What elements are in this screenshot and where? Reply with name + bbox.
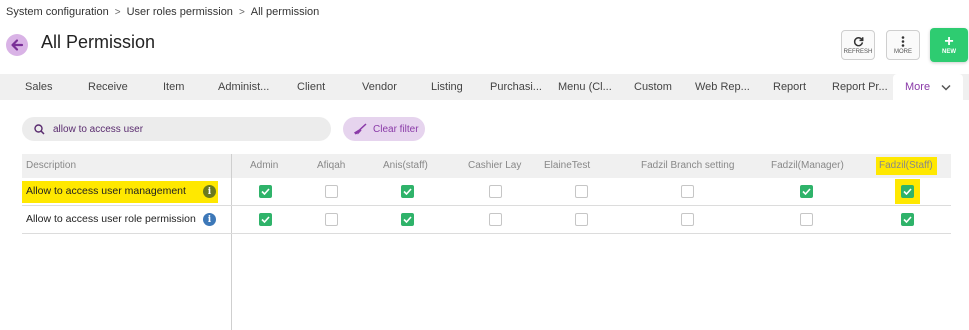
plus-icon: + bbox=[944, 32, 954, 50]
permission-checkbox[interactable] bbox=[489, 185, 502, 198]
checkmark-icon bbox=[903, 216, 912, 223]
permission-checkbox[interactable] bbox=[575, 185, 588, 198]
tab-more[interactable]: More bbox=[893, 74, 963, 100]
permission-checkbox[interactable] bbox=[259, 213, 272, 226]
column-header-role: Fadzil(Staff) bbox=[879, 160, 933, 171]
permission-table: Description Admin Afiqah Anis(staff) Cas… bbox=[22, 154, 951, 330]
permission-checkbox[interactable] bbox=[901, 185, 914, 198]
permission-checkbox[interactable] bbox=[325, 213, 338, 226]
breadcrumb-item-user-roles-permission[interactable]: User roles permission bbox=[127, 6, 233, 18]
tab-custom[interactable]: Custom bbox=[634, 74, 672, 100]
permission-checkbox[interactable] bbox=[681, 185, 694, 198]
breadcrumb-separator: > bbox=[238, 6, 245, 18]
more-label: MORE bbox=[894, 48, 912, 55]
breadcrumb-item-all-permission: All permission bbox=[250, 6, 320, 18]
tab-web-rep[interactable]: Web Rep... bbox=[695, 74, 750, 100]
permission-description: Allow to access user management bbox=[26, 185, 186, 197]
permission-checkbox[interactable] bbox=[800, 185, 813, 198]
tab-vendor[interactable]: Vendor bbox=[362, 74, 397, 100]
permission-checkbox[interactable] bbox=[800, 213, 813, 226]
table-header-row: Description Admin Afiqah Anis(staff) Cas… bbox=[22, 154, 951, 178]
refresh-label: REFRESH bbox=[843, 48, 873, 55]
info-icon[interactable]: i bbox=[203, 185, 216, 198]
tab-item[interactable]: Item bbox=[163, 74, 184, 100]
checkmark-icon bbox=[261, 188, 270, 195]
checkmark-icon bbox=[261, 216, 270, 223]
column-header-role: Fadzil(Manager) bbox=[771, 160, 844, 171]
arrow-left-icon bbox=[11, 39, 24, 51]
permission-description: Allow to access user role permission bbox=[26, 213, 196, 225]
column-header-role: Cashier Lay bbox=[468, 160, 522, 171]
breadcrumb: System configuration > User roles permis… bbox=[6, 6, 319, 18]
back-button[interactable] bbox=[6, 34, 28, 56]
tab-report-pr[interactable]: Report Pr... bbox=[832, 74, 888, 100]
tab-administ[interactable]: Administ... bbox=[218, 74, 269, 100]
tab-client[interactable]: Client bbox=[297, 74, 325, 100]
breadcrumb-item-system-configuration[interactable]: System configuration bbox=[6, 6, 109, 18]
checkmark-icon bbox=[802, 188, 811, 195]
column-header-description: Description bbox=[26, 160, 77, 171]
tab-receive[interactable]: Receive bbox=[88, 74, 128, 100]
table-row: Allow to access user role permission i bbox=[22, 206, 951, 234]
info-icon[interactable]: i bbox=[203, 213, 216, 226]
tab-more-label: More bbox=[905, 81, 931, 93]
table-row: Allow to access user management i bbox=[22, 178, 951, 206]
checkmark-icon bbox=[903, 188, 912, 195]
tab-purchasi[interactable]: Purchasi... bbox=[490, 74, 542, 100]
permission-checkbox[interactable] bbox=[901, 213, 914, 226]
column-header-role: Afiqah bbox=[317, 160, 346, 171]
module-tabs: Sales Receive Item Administ... Client Ve… bbox=[0, 74, 969, 100]
permission-checkbox[interactable] bbox=[489, 213, 502, 226]
column-header-role: Admin bbox=[250, 160, 279, 171]
refresh-icon bbox=[853, 36, 863, 46]
permission-checkbox[interactable] bbox=[681, 213, 694, 226]
breadcrumb-separator: > bbox=[114, 6, 121, 18]
checkmark-icon bbox=[403, 188, 412, 195]
permission-checkbox[interactable] bbox=[259, 185, 272, 198]
more-button[interactable]: MORE bbox=[886, 30, 920, 60]
tab-report[interactable]: Report bbox=[773, 74, 806, 100]
column-header-role: Anis(staff) bbox=[383, 160, 428, 171]
permission-panel: allow to access user Clear filter Descri… bbox=[6, 100, 963, 330]
permission-checkbox[interactable] bbox=[401, 185, 414, 198]
new-button[interactable]: + NEW bbox=[930, 28, 968, 62]
checkmark-icon bbox=[403, 216, 412, 223]
column-header-role: Fadzil Branch setting bbox=[641, 160, 735, 171]
tab-sales[interactable]: Sales bbox=[25, 74, 53, 100]
more-vertical-icon bbox=[901, 35, 905, 47]
tab-menu-cl[interactable]: Menu (Cl... bbox=[558, 74, 612, 100]
search-input[interactable]: allow to access user bbox=[53, 124, 143, 135]
search-box[interactable]: allow to access user bbox=[22, 117, 331, 141]
new-label: NEW bbox=[942, 48, 956, 55]
broom-icon bbox=[354, 123, 367, 135]
page-title: All Permission bbox=[41, 32, 156, 52]
clear-filter-label: Clear filter bbox=[373, 123, 419, 135]
column-header-role: ElaineTest bbox=[544, 160, 591, 171]
tab-listing[interactable]: Listing bbox=[431, 74, 463, 100]
search-icon bbox=[34, 123, 45, 135]
chevron-down-icon bbox=[941, 84, 951, 91]
permission-checkbox[interactable] bbox=[325, 185, 338, 198]
permission-checkbox[interactable] bbox=[575, 213, 588, 226]
refresh-button[interactable]: REFRESH bbox=[841, 30, 875, 60]
clear-filter-button[interactable]: Clear filter bbox=[343, 117, 425, 141]
permission-checkbox[interactable] bbox=[401, 213, 414, 226]
